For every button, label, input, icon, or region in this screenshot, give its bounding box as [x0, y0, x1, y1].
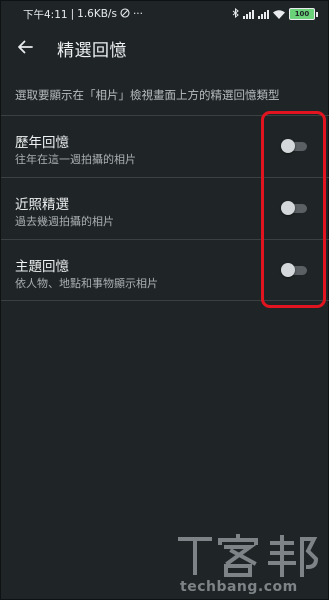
- page-title: 精選回憶: [57, 40, 127, 61]
- signal-icon-2: [258, 9, 269, 19]
- watermark-url: techbang.com: [180, 579, 298, 595]
- setting-subtitle: 過去幾週拍攝的相片: [15, 215, 114, 228]
- setting-subtitle: 依人物、地點和事物顯示相片: [15, 277, 158, 290]
- status-left: 下午4:11 | 1.6KB/s ···: [23, 7, 143, 22]
- status-more: ···: [132, 8, 143, 20]
- annotation-highlight-box: [261, 111, 326, 308]
- back-button[interactable]: [11, 34, 39, 62]
- setting-title: 歷年回憶: [15, 135, 69, 151]
- battery-tip: [316, 11, 318, 17]
- status-separator: |: [70, 8, 75, 20]
- page-description: 選取要顯示在「相片」檢視畫面上方的精選回憶類型: [15, 88, 280, 102]
- arrow-left-icon: [17, 39, 33, 58]
- app-header: 精選回憶: [1, 27, 329, 69]
- techbang-logo: [178, 534, 319, 577]
- watermark: techbang.com: [176, 533, 326, 600]
- setting-subtitle: 往年在這一週拍攝的相片: [15, 153, 136, 166]
- battery-icon: 100: [289, 8, 315, 20]
- signal-icon-1: [243, 9, 254, 19]
- setting-title: 主題回憶: [15, 259, 69, 275]
- screen: 下午4:11 | 1.6KB/s ··· 100 精選回憶 選取要顯示在「相片」…: [0, 0, 329, 600]
- status-network-speed: 1.6KB/s: [77, 8, 117, 20]
- status-bar: 下午4:11 | 1.6KB/s ··· 100: [1, 1, 329, 27]
- do-not-disturb-icon: [120, 7, 130, 21]
- wifi-icon: [273, 9, 285, 19]
- status-right: 100: [232, 7, 318, 21]
- status-time: 下午4:11: [23, 8, 68, 21]
- setting-title: 近照精選: [15, 197, 69, 213]
- bluetooth-icon: [232, 7, 239, 21]
